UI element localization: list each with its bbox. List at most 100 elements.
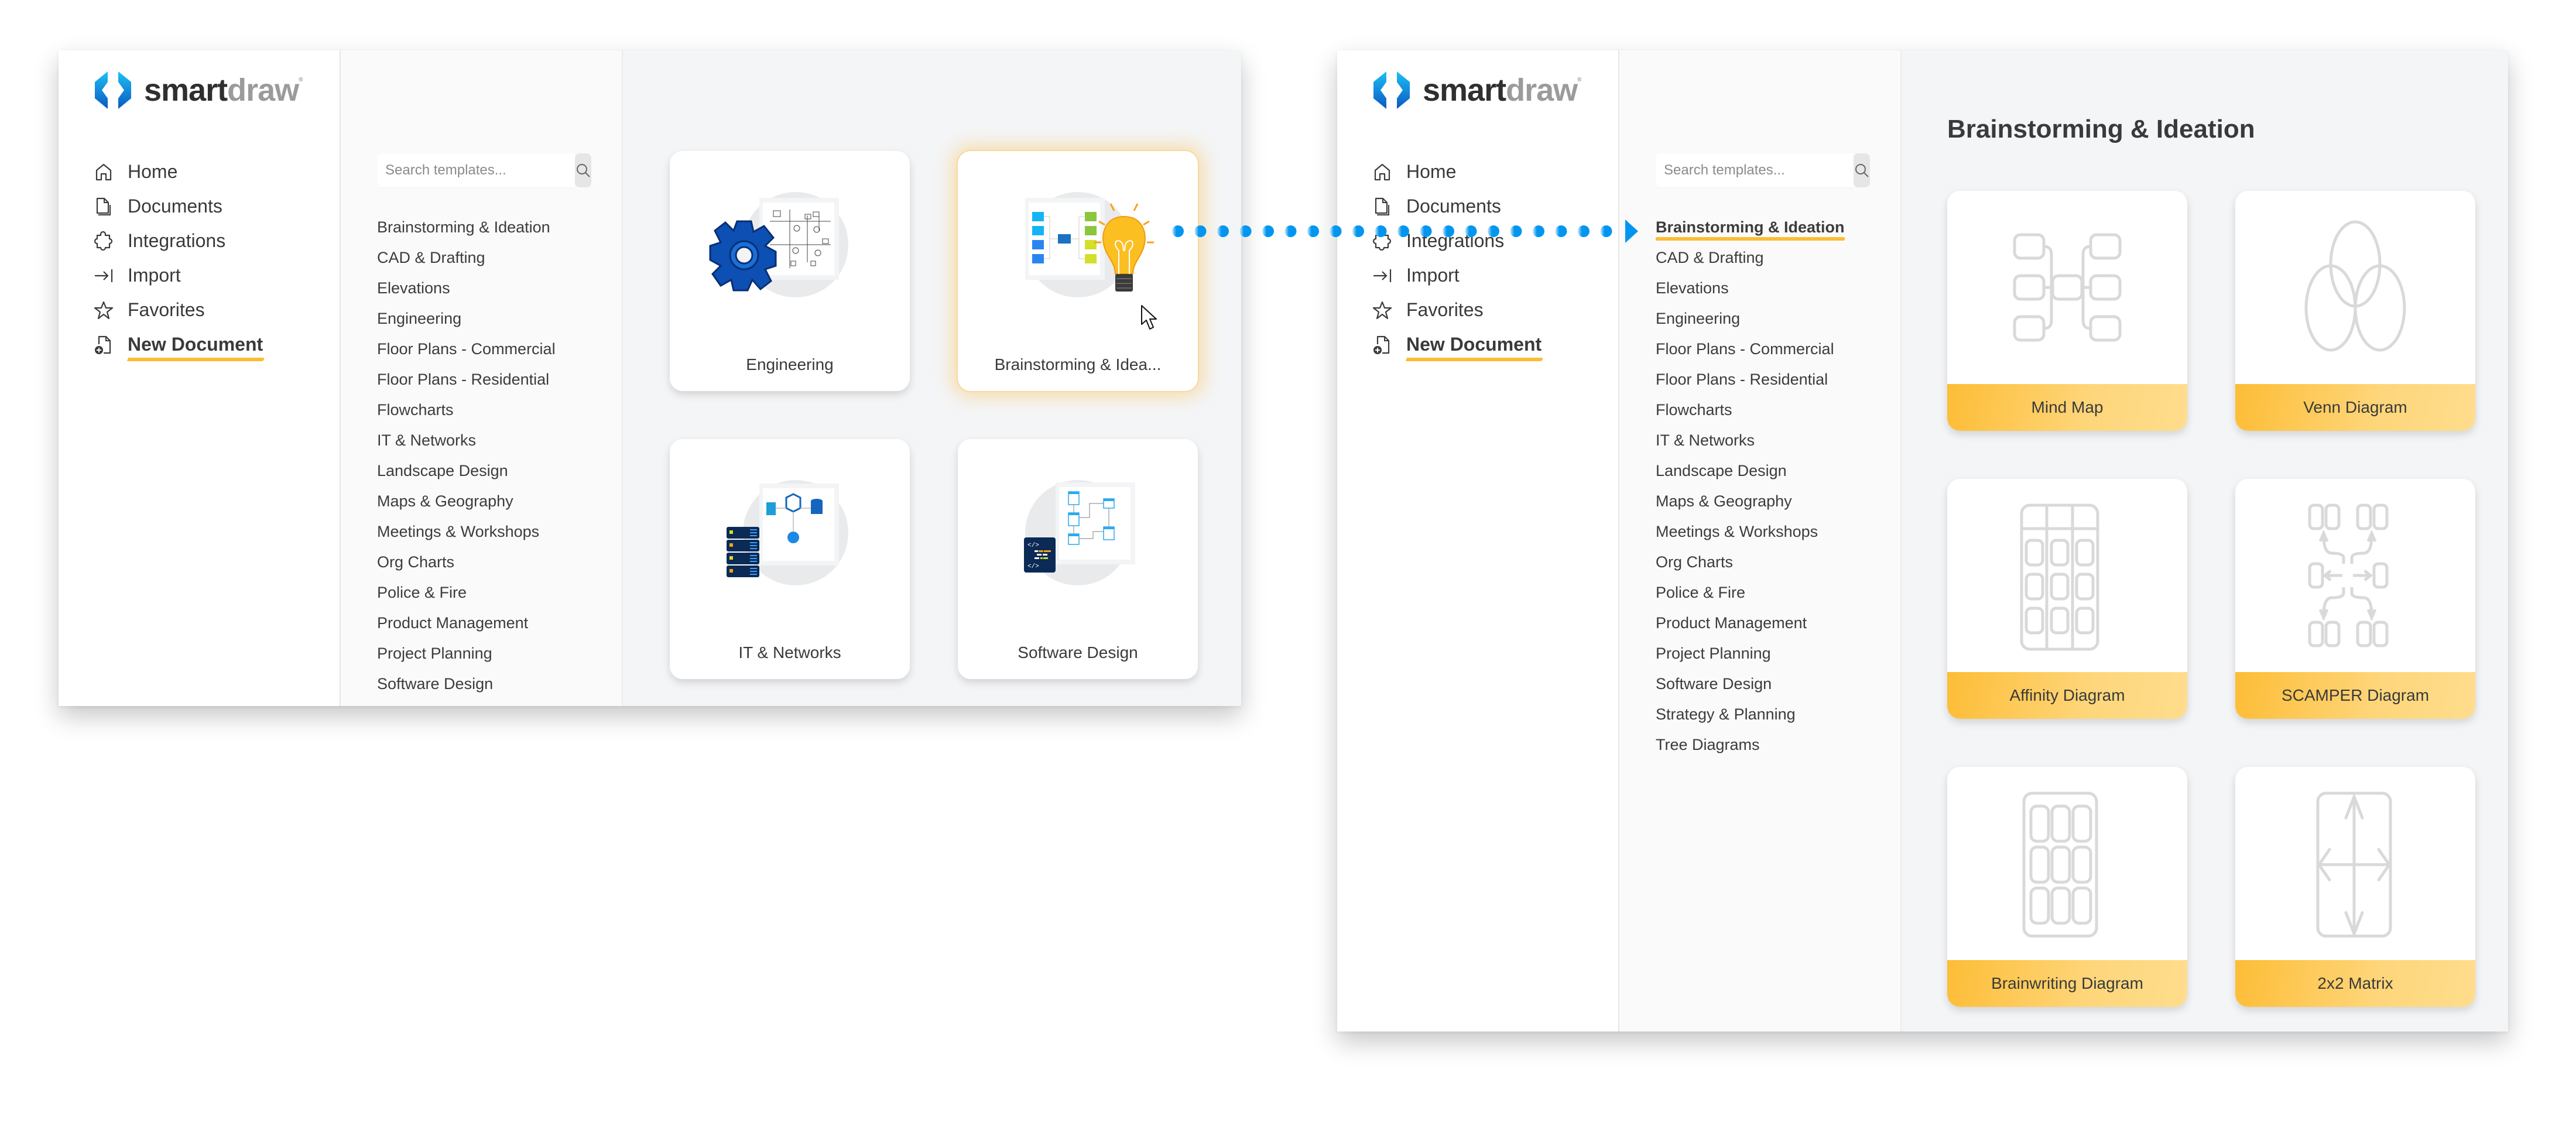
category-item[interactable]: Floor Plans - Commercial (377, 334, 556, 364)
arrow-dot (1600, 225, 1612, 237)
category-item[interactable]: Software Design (377, 669, 556, 699)
puzzle-icon (94, 231, 114, 251)
category-item[interactable]: Flowcharts (377, 395, 556, 425)
arrow-dot (1510, 225, 1522, 237)
arrow-dot (1397, 225, 1409, 237)
category-label: Project Planning (377, 645, 492, 662)
template-card-brainwriting-diagram[interactable]: Brainwriting Diagram (1947, 767, 2187, 1007)
nav-item-favorites[interactable]: Favorites (94, 293, 263, 327)
arrow-dot (1533, 225, 1544, 237)
category-item[interactable]: Project Planning (377, 638, 556, 669)
category-label: Floor Plans - Commercial (377, 340, 556, 358)
arrow-dot (1578, 225, 1590, 237)
category-item[interactable]: Maps & Geography (377, 486, 556, 516)
nav-item-home[interactable]: Home (94, 155, 263, 189)
template-card-mind-map[interactable]: Mind Map (1947, 191, 2187, 431)
category-item[interactable]: Police & Fire (377, 577, 556, 608)
transition-arrow (1172, 220, 1638, 243)
category-item[interactable]: Engineering (1656, 303, 1845, 334)
category-item[interactable]: Landscape Design (1656, 455, 1845, 486)
smartdraw-logo[interactable]: smartdraw® (95, 71, 303, 109)
category-item[interactable]: Police & Fire (1656, 577, 1845, 608)
category-item[interactable]: Meetings & Workshops (1656, 516, 1845, 547)
category-item[interactable]: Floor Plans - Commercial (1656, 334, 1845, 364)
category-item[interactable]: IT & Networks (377, 425, 556, 455)
category-label: Software Design (1656, 675, 1772, 693)
category-label: Tree Diagrams (1656, 736, 1760, 753)
category-item[interactable]: Tree Diagrams (1656, 729, 1845, 760)
template-card-venn-diagram[interactable]: Venn Diagram (2235, 191, 2475, 431)
search-input[interactable] (1656, 153, 1854, 187)
nav-item-import[interactable]: Import (1372, 258, 1542, 293)
category-item[interactable]: CAD & Drafting (377, 242, 556, 273)
nav-item-new-document[interactable]: New Document (94, 327, 263, 362)
category-item[interactable]: Org Charts (377, 547, 556, 577)
card-label: Mind Map (1947, 384, 2187, 431)
category-item[interactable]: Brainstorming & Ideation (1656, 212, 1845, 242)
template-card-2x2-matrix[interactable]: 2x2 Matrix (2235, 767, 2475, 1007)
main-sidebar: smartdraw® Home Documents Integrations I… (1337, 50, 1619, 1032)
card-label: Venn Diagram (2235, 384, 2475, 431)
category-item[interactable]: Org Charts (1656, 547, 1845, 577)
category-card-engineering[interactable]: Engineering (670, 151, 910, 391)
category-label: Police & Fire (377, 584, 467, 601)
category-label: Police & Fire (1656, 584, 1746, 601)
category-item[interactable]: Software Design (1656, 669, 1845, 699)
arrow-dot (1262, 225, 1274, 237)
category-item[interactable]: Floor Plans - Residential (377, 364, 556, 395)
venn-diagram-icon (2235, 191, 2475, 384)
category-item[interactable]: Landscape Design (377, 455, 556, 486)
new-document-icon (94, 335, 114, 355)
category-item[interactable]: Flowcharts (1656, 395, 1845, 425)
category-item[interactable]: Strategy & Planning (1656, 699, 1845, 729)
category-item[interactable]: Elevations (1656, 273, 1845, 303)
documents-icon (94, 197, 114, 217)
category-list: Brainstorming & Ideation CAD & Drafting El… (1656, 212, 1845, 760)
category-card-brainstorming[interactable]: Brainstorming & Idea... (958, 151, 1198, 391)
category-card-software-design[interactable]: </> </> Software Design (958, 439, 1198, 679)
category-label: Flowcharts (377, 401, 454, 419)
brainwriting-diagram-icon (1947, 767, 2187, 960)
category-item[interactable]: Floor Plans - Residential (1656, 364, 1845, 395)
search-button[interactable] (1854, 153, 1870, 187)
arrow-dot (1194, 225, 1207, 237)
import-icon (1372, 266, 1392, 286)
category-item[interactable]: Product Management (1656, 608, 1845, 638)
card-label: IT & Networks (738, 643, 841, 662)
category-item[interactable]: Project Planning (1656, 638, 1845, 669)
arrow-dot (1217, 225, 1229, 237)
category-label: Org Charts (1656, 553, 1734, 571)
category-item[interactable]: IT & Networks (1656, 425, 1845, 455)
nav-item-integrations[interactable]: Integrations (94, 224, 263, 258)
category-item[interactable]: Engineering (377, 303, 556, 334)
category-item[interactable]: Product Management (377, 608, 556, 638)
nav-item-import[interactable]: Import (94, 258, 263, 293)
nav-item-home[interactable]: Home (1372, 155, 1542, 189)
category-label: Elevations (1656, 279, 1729, 297)
template-card-affinity-diagram[interactable]: Affinity Diagram (1947, 479, 2187, 719)
category-card-it-networks[interactable]: IT & Networks (670, 439, 910, 679)
category-list: Brainstorming & Ideation CAD & Drafting El… (377, 212, 556, 699)
template-card-scamper-diagram[interactable]: SCAMPER Diagram (2235, 479, 2475, 719)
category-item[interactable]: CAD & Drafting (1656, 242, 1845, 273)
card-label: Software Design (1018, 643, 1138, 662)
smartdraw-logo[interactable]: smartdraw® (1373, 71, 1582, 109)
category-item[interactable]: Meetings & Workshops (377, 516, 556, 547)
search-button[interactable] (575, 153, 591, 187)
nav-item-documents[interactable]: Documents (94, 189, 263, 224)
category-panel: Brainstorming & Ideation CAD & Drafting El… (1619, 50, 1902, 1032)
card-label: Brainwriting Diagram (1947, 960, 2187, 1007)
category-item[interactable]: Elevations (377, 273, 556, 303)
arrow-dot (1330, 225, 1342, 237)
category-item[interactable]: Maps & Geography (1656, 486, 1845, 516)
main-sidebar: smartdraw® Home Documents Integrations I… (59, 50, 341, 706)
card-label: 2x2 Matrix (2235, 960, 2475, 1007)
nav-item-favorites[interactable]: Favorites (1372, 293, 1542, 327)
nav-item-new-document[interactable]: New Document (1372, 327, 1542, 362)
logo-icon (95, 71, 131, 109)
category-label: Landscape Design (377, 462, 508, 479)
category-item[interactable]: Brainstorming & Ideation (377, 212, 556, 242)
template-search (377, 153, 591, 187)
documents-icon (1372, 197, 1392, 217)
search-input[interactable] (377, 153, 575, 187)
